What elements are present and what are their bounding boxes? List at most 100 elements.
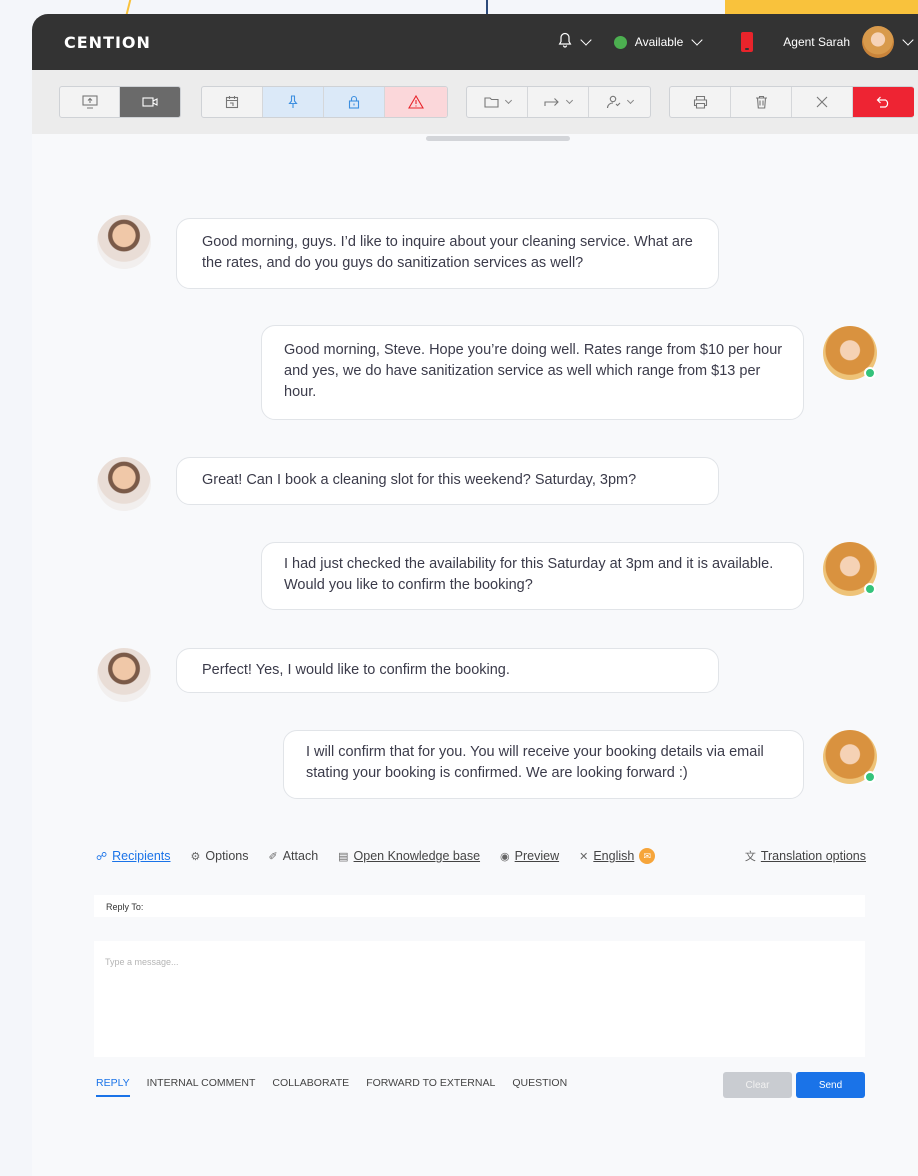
- reply-to-field[interactable]: Reply To:: [94, 895, 865, 917]
- trash-icon: [755, 95, 767, 109]
- message-text: Great! Can I book a cleaning slot for th…: [202, 472, 637, 488]
- reply-tools: ☍ Recipients ⚙ Options ✐ Attach ▤ Open K…: [96, 848, 866, 864]
- phone-icon[interactable]: [741, 32, 754, 52]
- tab-internal-comment[interactable]: INTERNAL COMMENT: [147, 1077, 256, 1097]
- lock-button[interactable]: [324, 87, 385, 117]
- agent-message: I will confirm that for you. You will re…: [283, 730, 804, 799]
- chevron-down-icon: [626, 96, 635, 105]
- agent-message: I had just checked the availability for …: [261, 542, 804, 610]
- app-window: CENTION Available Agent Sarah Good morni…: [32, 14, 918, 1176]
- forward-dropdown[interactable]: [528, 87, 589, 117]
- tab-question[interactable]: QUESTION: [512, 1077, 567, 1097]
- chevron-down-icon: [691, 34, 703, 46]
- warning-icon: [408, 95, 424, 109]
- agent-message: Good morning, Steve. Hope you’re doing w…: [261, 325, 804, 420]
- status-dot: [613, 35, 627, 49]
- message-text: Perfect! Yes, I would like to confirm th…: [202, 662, 510, 678]
- calendar-icon: [225, 96, 239, 109]
- spellcheck-icon: ✕: [579, 850, 589, 863]
- message-text: Good morning, guys. I’d like to inquire …: [202, 234, 693, 271]
- clear-button[interactable]: Clear: [723, 1072, 792, 1098]
- avatar[interactable]: [862, 26, 894, 58]
- customer-message: Good morning, guys. I’d like to inquire …: [176, 218, 719, 289]
- backdrop-accent: [725, 0, 918, 14]
- toolbar: [32, 70, 918, 134]
- customer-message: Great! Can I book a cleaning slot for th…: [176, 457, 719, 505]
- avatar: [97, 215, 151, 269]
- recipients-icon: ☍: [96, 850, 108, 863]
- video-call-icon: [142, 97, 158, 107]
- recipients-label: Recipients: [112, 849, 171, 863]
- screen-share-icon: [81, 95, 98, 109]
- assign-user-icon: [606, 95, 621, 109]
- close-icon: [816, 96, 828, 108]
- options-label: Options: [205, 849, 249, 863]
- online-indicator: [864, 771, 876, 783]
- message-text: I had just checked the availability for …: [284, 556, 774, 593]
- send-button[interactable]: Send: [796, 1072, 865, 1098]
- message-input[interactable]: [94, 941, 865, 1057]
- attach-button[interactable]: ✐ Attach: [268, 849, 318, 863]
- delete-button[interactable]: [731, 87, 792, 117]
- language-link[interactable]: ✕ English ✉: [579, 848, 656, 864]
- status-label: Available: [634, 35, 684, 49]
- message-text: Good morning, Steve. Hope you’re doing w…: [284, 342, 783, 400]
- toolbar-group-media: [59, 86, 181, 118]
- calendar-button[interactable]: [202, 87, 263, 117]
- chevron-down-icon[interactable]: [580, 34, 592, 46]
- toolbar-group-manage: [669, 86, 914, 118]
- knowledge-base-link[interactable]: ▤ Open Knowledge base: [338, 849, 480, 863]
- video-call-button[interactable]: [120, 87, 180, 117]
- translation-label: Translation options: [760, 849, 866, 863]
- logo: CENTION: [64, 32, 151, 52]
- assign-dropdown[interactable]: [589, 87, 650, 117]
- forward-icon: [544, 98, 559, 106]
- reply-mode-tabs: REPLY INTERNAL COMMENT COLLABORATE FORWA…: [96, 1077, 584, 1097]
- online-indicator: [864, 583, 876, 595]
- tab-forward-to-external[interactable]: FORWARD TO EXTERNAL: [366, 1077, 495, 1097]
- tab-reply[interactable]: REPLY: [96, 1077, 130, 1097]
- toolbar-group-routing: [466, 86, 651, 118]
- backdrop-line: [486, 0, 488, 14]
- translation-options-link[interactable]: 文 Translation options: [745, 848, 866, 864]
- print-icon: [693, 95, 707, 109]
- avatar: [97, 648, 151, 702]
- book-icon: ▤: [338, 850, 349, 863]
- avatar: [97, 457, 151, 511]
- eye-icon: ◉: [500, 850, 510, 863]
- folder-dropdown[interactable]: [467, 87, 528, 117]
- drag-handle[interactable]: [426, 136, 570, 141]
- top-bar: CENTION Available Agent Sarah: [32, 14, 918, 70]
- status-selector[interactable]: Available: [613, 34, 711, 49]
- folder-icon: [483, 97, 499, 108]
- bell-icon[interactable]: [558, 32, 572, 52]
- online-indicator: [864, 367, 876, 379]
- close-button[interactable]: [792, 87, 853, 117]
- language-label: English: [593, 849, 635, 863]
- pin-button[interactable]: [263, 87, 324, 117]
- knowledge-base-label: Open Knowledge base: [353, 849, 481, 863]
- lock-icon: [348, 95, 360, 109]
- chevron-down-icon: [565, 96, 574, 105]
- options-icon: ⚙: [190, 850, 201, 863]
- undo-button[interactable]: [853, 87, 914, 117]
- preview-link[interactable]: ◉ Preview: [500, 849, 559, 863]
- chevron-down-icon[interactable]: [902, 34, 914, 46]
- screen-share-button[interactable]: [60, 87, 120, 117]
- pin-icon: [288, 95, 298, 108]
- translate-icon: 文: [744, 851, 756, 863]
- undo-icon: [876, 96, 889, 108]
- tab-collaborate[interactable]: COLLABORATE: [272, 1077, 349, 1097]
- reply-to-label: Reply To:: [106, 902, 144, 912]
- customer-message: Perfect! Yes, I would like to confirm th…: [176, 648, 719, 693]
- print-button[interactable]: [670, 87, 731, 117]
- options-button[interactable]: ⚙ Options: [191, 849, 249, 863]
- attach-label: Attach: [282, 849, 319, 863]
- warning-button[interactable]: [385, 87, 447, 117]
- agent-name: Agent Sarah: [783, 35, 850, 49]
- chevron-down-icon: [504, 96, 512, 105]
- message-text: I will confirm that for you. You will re…: [306, 744, 764, 781]
- toolbar-group-actions: [201, 86, 448, 118]
- recipients-link[interactable]: ☍ Recipients: [96, 849, 171, 863]
- preview-label: Preview: [514, 849, 560, 863]
